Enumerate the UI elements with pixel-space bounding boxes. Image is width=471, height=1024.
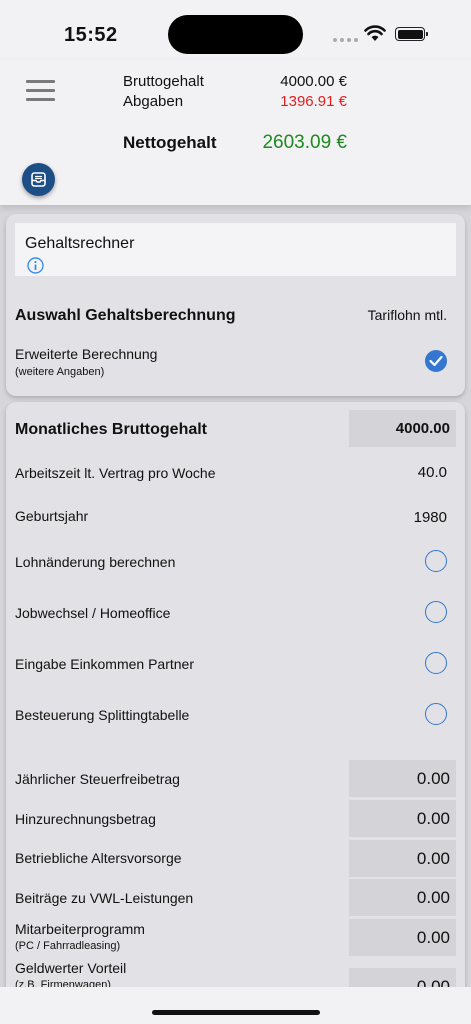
salary-inputs-card: Monatliches Bruttogehalt 4000.00 Arbeits… (6, 402, 465, 1012)
net-value: 2603.09 € (262, 132, 347, 153)
calculation-selection-label: Auswahl Gehaltsberechnung (15, 307, 236, 324)
monthly-gross-value: 4000.00 (395, 420, 450, 437)
status-time: 15:52 (64, 24, 118, 46)
inbox-tray-button[interactable] (22, 163, 55, 196)
tax-allowance-value: 0.00 (416, 769, 450, 788)
benefit-in-kind-label: Geldwerter Vorteil (15, 960, 127, 976)
job-change-checkbox[interactable] (425, 601, 447, 623)
hamburger-menu-icon[interactable] (26, 80, 55, 101)
inbox-tray-icon (31, 172, 46, 187)
home-indicator-bar (0, 987, 471, 1024)
working-hours-label: Arbeitszeit lt. Vertrag pro Woche (15, 465, 216, 481)
gross-value: 4000.00 € (280, 73, 347, 90)
gross-label: Bruttogehalt (123, 73, 204, 90)
net-label: Nettogehalt (123, 133, 217, 152)
tax-allowance-label: Jährlicher Steuerfreibetrag (15, 771, 180, 787)
checkmark-icon (429, 355, 443, 367)
vwl-value: 0.00 (416, 888, 450, 907)
cellular-signal-icon (333, 38, 358, 42)
splitting-table-checkbox[interactable] (425, 703, 447, 725)
calculator-settings-card: Gehaltsrechner Auswahl Gehaltsberechnung… (6, 214, 465, 396)
battery-icon (395, 27, 428, 41)
extended-calculation-sub: (weitere Angaben) (15, 366, 105, 378)
option-label: Besteuerung Splittingtabelle (15, 707, 190, 723)
deductions-value: 1396.91 € (280, 93, 347, 110)
employee-program-value: 0.00 (416, 928, 450, 947)
birth-year-value[interactable]: 1980 (414, 509, 447, 526)
calculation-selection-value[interactable]: Tariflohn mtl. (368, 307, 447, 323)
pension-input[interactable]: 0.00 (349, 840, 456, 877)
employee-program-sub: (PC / Fahrradleasing) (15, 940, 121, 952)
option-label: Jobwechsel / Homeoffice (15, 605, 171, 621)
birth-year-label: Geburtsjahr (15, 508, 89, 524)
tax-allowance-input[interactable]: 0.00 (349, 760, 456, 797)
addition-amount-input[interactable]: 0.00 (349, 800, 456, 837)
working-hours-value[interactable]: 40.0 (418, 464, 447, 481)
partner-income-checkbox[interactable] (425, 652, 447, 674)
employee-program-input[interactable]: 0.00 (349, 919, 456, 956)
dynamic-island (168, 15, 303, 54)
addition-amount-value: 0.00 (416, 809, 450, 828)
info-icon[interactable] (27, 257, 44, 274)
calculator-title-box: Gehaltsrechner (15, 223, 456, 276)
summary-header: Bruttogehalt 4000.00 € Abgaben 1396.91 €… (0, 60, 471, 205)
calculator-title: Gehaltsrechner (25, 235, 135, 252)
monthly-gross-label: Monatliches Bruttogehalt (15, 421, 208, 438)
deductions-label: Abgaben (123, 93, 184, 110)
extended-calculation-checkbox[interactable] (425, 350, 447, 372)
wifi-icon (364, 25, 386, 41)
status-bar: 15:52 (0, 0, 471, 60)
wage-change-checkbox[interactable] (425, 550, 447, 572)
extended-calculation-label: Erweiterte Berechnung (15, 346, 158, 362)
employee-program-label: Mitarbeiterprogramm (15, 921, 145, 937)
monthly-gross-input[interactable]: 4000.00 (349, 410, 456, 447)
addition-amount-label: Hinzurechnungsbetrag (15, 811, 156, 827)
pension-label: Betriebliche Altersvorsorge (15, 850, 182, 866)
option-label: Eingabe Einkommen Partner (15, 656, 194, 672)
vwl-input[interactable]: 0.00 (349, 879, 456, 916)
option-label: Lohnänderung berechnen (15, 554, 176, 570)
pension-value: 0.00 (416, 849, 450, 868)
vwl-label: Beiträge zu VWL-Leistungen (15, 890, 194, 906)
home-indicator[interactable] (152, 1010, 320, 1015)
